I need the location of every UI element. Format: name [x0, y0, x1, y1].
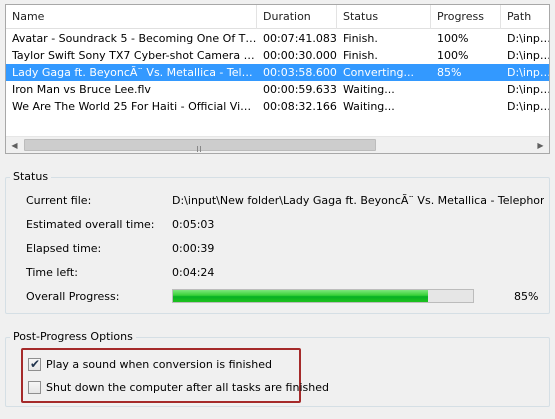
- cell-duration: 00:03:58.600: [263, 66, 337, 79]
- table-row[interactable]: Taylor Swift Sony TX7 Cyber-shot Camera …: [6, 47, 549, 64]
- cell-progress: 100%: [437, 32, 469, 45]
- status-group: Status Current file: D:\input\New folder…: [5, 170, 550, 314]
- time-left-value: 0:04:24: [172, 266, 215, 279]
- current-file-label: Current file:: [26, 194, 92, 207]
- cell-status: Waiting...: [343, 83, 395, 96]
- cell-name: Lady Gaga ft. BeyoncÃ¨ Vs. Metallica - T…: [12, 66, 257, 79]
- grip-icon: [197, 142, 205, 152]
- overall-progress-label: Overall Progress:: [26, 290, 120, 303]
- post-progress-options-group: Post-Progress Options ✔ Play a sound whe…: [5, 330, 550, 407]
- cell-path: D:\input: [507, 100, 550, 113]
- shutdown-checkbox[interactable]: ✔: [28, 381, 41, 394]
- cell-duration: 00:00:59.633: [263, 83, 337, 96]
- estimated-time-label: Estimated overall time:: [26, 218, 155, 231]
- cell-progress: [431, 98, 501, 115]
- time-left-label: Time left:: [26, 266, 78, 279]
- overall-progress-fill: [173, 290, 428, 302]
- cell-status: Finish.: [343, 49, 378, 62]
- cell-duration: 00:08:32.166: [263, 100, 337, 113]
- file-rows: Avatar - Soundrack 5 - Becoming One Of T…: [6, 30, 549, 140]
- column-header-path[interactable]: Path: [501, 5, 549, 29]
- cell-name: We Are The World 25 For Haiti - Official…: [12, 100, 257, 113]
- play-sound-label[interactable]: Play a sound when conversion is finished: [46, 358, 272, 372]
- cell-path: D:\input: [507, 66, 550, 79]
- overall-progress-percent: 85%: [514, 290, 539, 303]
- cell-status: Finish.: [343, 32, 378, 45]
- cell-progress: 100%: [437, 49, 469, 62]
- cell-status: Waiting...: [343, 100, 395, 113]
- elapsed-time-value: 0:00:39: [172, 242, 215, 255]
- status-group-title: Status: [10, 170, 52, 184]
- column-header-progress[interactable]: Progress: [431, 5, 501, 29]
- cell-name: Avatar - Soundrack 5 - Becoming One Of T…: [12, 32, 257, 45]
- cell-duration: 00:07:41.083: [263, 32, 337, 45]
- estimated-time-value: 0:05:03: [172, 218, 215, 231]
- scrollbar-thumb[interactable]: [24, 139, 376, 152]
- cell-path: D:\input: [507, 32, 550, 45]
- overall-progress-bar: [172, 289, 474, 303]
- column-header-duration[interactable]: Duration: [257, 5, 337, 29]
- post-progress-options-title: Post-Progress Options: [10, 330, 136, 344]
- cell-path: D:\input: [507, 49, 550, 62]
- table-row[interactable]: Avatar - Soundrack 5 - Becoming One Of T…: [6, 30, 549, 47]
- play-sound-checkbox[interactable]: ✔: [28, 357, 41, 371]
- table-row[interactable]: We Are The World 25 For Haiti - Official…: [6, 98, 549, 115]
- cell-progress: [431, 81, 501, 98]
- column-header-status[interactable]: Status: [337, 5, 431, 29]
- cell-progress: 85%: [437, 66, 462, 79]
- table-row[interactable]: Iron Man vs Bruce Lee.flv 00:00:59.633 W…: [6, 81, 549, 98]
- current-file-value: D:\input\New folder\Lady Gaga ft. Beyonc…: [172, 194, 544, 207]
- cell-status: Converting...: [343, 66, 414, 79]
- arrow-left-icon[interactable]: ◀: [6, 137, 23, 153]
- list-header: Name Duration Status Progress Path: [6, 5, 549, 29]
- cell-path: D:\input: [507, 83, 550, 96]
- table-row-selected[interactable]: Lady Gaga ft. BeyoncÃ¨ Vs. Metallica - T…: [6, 64, 549, 81]
- checkmark-icon: ✔: [30, 357, 41, 371]
- horizontal-scrollbar[interactable]: ◀ ▶: [6, 136, 549, 153]
- elapsed-time-label: Elapsed time:: [26, 242, 102, 255]
- file-list[interactable]: Name Duration Status Progress Path Avata…: [5, 4, 550, 154]
- shutdown-label[interactable]: Shut down the computer after all tasks a…: [46, 381, 329, 395]
- cell-duration: 00:00:30.000: [263, 49, 337, 62]
- column-header-name[interactable]: Name: [6, 5, 257, 29]
- arrow-right-icon[interactable]: ▶: [532, 137, 549, 153]
- cell-name: Iron Man vs Bruce Lee.flv: [12, 83, 151, 96]
- cell-name: Taylor Swift Sony TX7 Cyber-shot Camera …: [12, 49, 257, 62]
